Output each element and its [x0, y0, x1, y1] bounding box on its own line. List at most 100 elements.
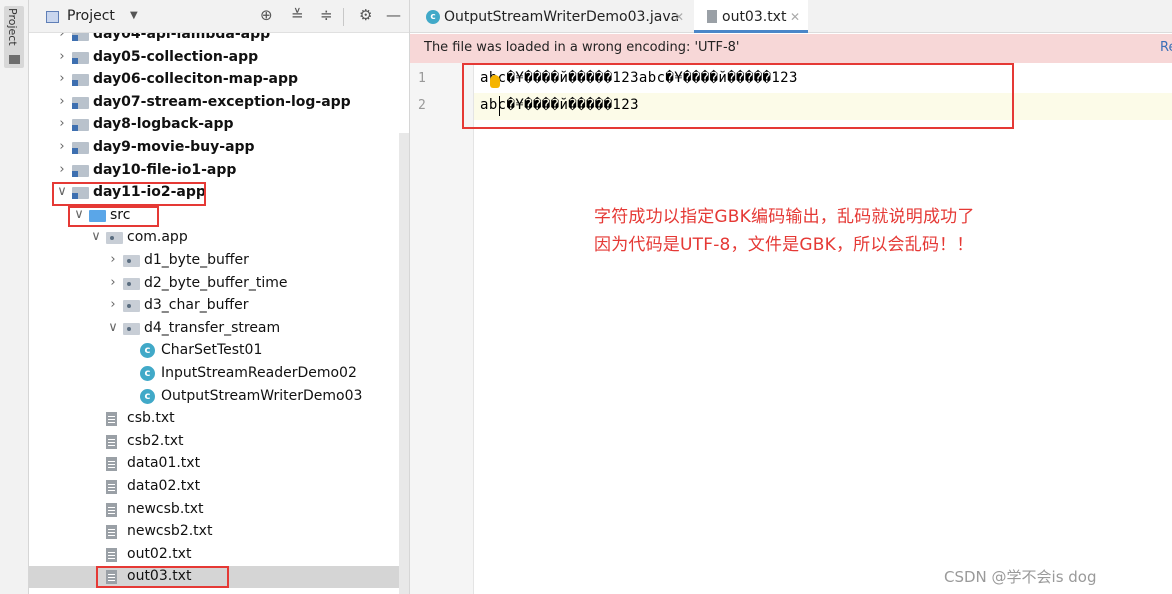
chevron-right-icon[interactable]: › [107, 275, 119, 290]
chevron-right-icon[interactable]: › [56, 94, 68, 109]
target-icon[interactable]: ⊕ [260, 6, 273, 24]
chevron-right-icon[interactable]: › [56, 162, 68, 177]
tree-item-label: CharSetTest01 [161, 342, 263, 359]
tree-item[interactable]: › day07-stream-exception-log-app [29, 92, 409, 114]
package-icon [123, 255, 140, 267]
tree-item[interactable]: out02.txt [29, 544, 409, 566]
view-dropdown-chevron-icon[interactable]: ▼ [130, 10, 138, 21]
tree-item[interactable]: newcsb2.txt [29, 521, 409, 543]
module-folder-icon [72, 164, 89, 177]
tree-item[interactable]: csb.txt [29, 408, 409, 430]
tree-item-label: day10-file-io1-app [93, 161, 237, 178]
tree-item[interactable]: data02.txt [29, 476, 409, 498]
tree-item[interactable]: › d2_byte_buffer_time [29, 273, 409, 295]
tab-output-stream-writer-demo03[interactable]: c OutputStreamWriterDemo03.java ✕ [416, 0, 692, 33]
tree-item-label: csb.txt [127, 410, 175, 427]
chevron-down-icon[interactable]: ∨ [90, 229, 102, 244]
tree-item-label: data01.txt [127, 455, 201, 472]
tree-item-label: day9-movie-buy-app [93, 139, 255, 155]
encoding-warning-message: The file was loaded in a wrong encoding:… [424, 40, 740, 55]
code-text: abc�¥����й�����123 [480, 97, 639, 113]
tab-out03-txt[interactable]: out03.txt ✕ [694, 0, 808, 33]
chevron-right-icon[interactable]: › [56, 49, 68, 64]
text-caret [499, 96, 500, 116]
text-file-icon [707, 10, 717, 23]
module-folder-icon [72, 119, 89, 132]
tree-item[interactable]: ∨ d4_transfer_stream [29, 318, 409, 340]
project-view-icon [46, 11, 59, 23]
tree-item-label: d2_byte_buffer_time [144, 274, 288, 291]
tree-item[interactable]: › d1_byte_buffer [29, 250, 409, 272]
tree-item[interactable]: c OutputStreamWriterDemo03 [29, 386, 409, 408]
tree-item-label: newcsb2.txt [127, 523, 213, 540]
minimize-icon[interactable]: — [386, 6, 401, 24]
close-icon[interactable]: ✕ [790, 0, 800, 34]
tree-item[interactable]: c InputStreamReaderDemo02 [29, 363, 409, 385]
text-file-icon [106, 480, 117, 494]
chevron-right-icon[interactable]: › [107, 252, 119, 267]
line-number: 1 [418, 71, 426, 86]
line-number-gutter: 1 2 [410, 63, 474, 594]
chevron-right-icon[interactable]: › [56, 139, 68, 154]
project-tool-tab[interactable]: Project [4, 6, 24, 68]
lightbulb-icon[interactable] [490, 75, 500, 88]
tree-item[interactable]: csb2.txt [29, 431, 409, 453]
folder-icon [9, 55, 20, 64]
tab-label: OutputStreamWriterDemo03.java [444, 9, 680, 25]
tree-item[interactable]: › day9-movie-buy-app [29, 137, 409, 159]
package-icon [123, 300, 140, 313]
code-line-1[interactable]: abc�¥����й�����123abc�¥����й�����123 [474, 66, 1172, 93]
tree-item[interactable]: newcsb.txt [29, 499, 409, 521]
chevron-down-icon[interactable]: ∨ [56, 184, 68, 199]
tree-item[interactable]: ∨ src [29, 205, 409, 227]
project-panel-title: Project [67, 8, 115, 24]
text-file-icon [106, 412, 117, 427]
text-file-icon [106, 502, 117, 517]
project-panel: › day04-api-lambda-app › day05-collection-a… [29, 0, 410, 594]
tree-item-label: OutputStreamWriterDemo03 [161, 387, 363, 404]
tree-item-label: day05-collection-app [93, 48, 259, 65]
tree-item[interactable]: › day05-collection-app [29, 47, 409, 69]
tree-item[interactable]: data01.txt [29, 453, 409, 475]
watermark: CSDN @学不会is dog [944, 568, 1097, 586]
close-icon[interactable]: ✕ [674, 0, 684, 34]
chevron-down-icon[interactable]: ∨ [73, 207, 85, 222]
tree-item-label: d3_char_buffer [144, 297, 249, 314]
project-panel-header: Project ▼ ⊕ ≚ ≑ ⚙ — [29, 0, 409, 33]
code-line-2[interactable]: abc�¥����й�����123 [474, 93, 1172, 120]
tree-item-label: out03.txt [127, 568, 192, 585]
annotation-text-line2: 因为代码是UTF-8，文件是GBK，所以会乱码！！ [594, 235, 974, 255]
gear-icon[interactable]: ⚙ [359, 6, 372, 24]
module-folder-icon [72, 74, 89, 87]
tree-item-label: com.app [127, 229, 188, 246]
tree-item-label: csb2.txt [127, 432, 184, 449]
tree-scrollbar[interactable] [399, 133, 409, 594]
tree-item[interactable]: ∨ com.app [29, 227, 409, 249]
tree-item[interactable]: › day8-logback-app [29, 114, 409, 136]
line-number: 2 [418, 98, 426, 113]
editor-area: c OutputStreamWriterDemo03.java ✕ out03.… [410, 0, 1172, 594]
package-icon [106, 232, 123, 245]
collapse-icon[interactable]: ≑ [320, 6, 333, 24]
editor-tab-bar: c OutputStreamWriterDemo03.java ✕ out03.… [410, 0, 1172, 33]
tree-item-label: d1_byte_buffer [144, 252, 249, 268]
reload-encoding-link[interactable]: Re [1160, 40, 1172, 55]
source-folder-icon [89, 209, 106, 222]
chevron-down-icon[interactable]: ∨ [107, 320, 119, 335]
expand-icon[interactable]: ≚ [291, 6, 304, 24]
tree-item[interactable]: c CharSetTest01 [29, 340, 409, 362]
module-folder-icon [72, 187, 89, 200]
tree-item-label: newcsb.txt [127, 500, 204, 517]
module-folder-icon [72, 142, 89, 154]
tree-item[interactable]: › d3_char_buffer [29, 295, 409, 317]
tree-item-label: out02.txt [127, 545, 192, 562]
chevron-right-icon[interactable]: › [56, 116, 68, 131]
tree-item[interactable]: › day06-colleciton-map-app [29, 69, 409, 91]
tree-item[interactable]: out03.txt [29, 566, 409, 589]
tree-item[interactable]: › day10-file-io1-app [29, 160, 409, 182]
chevron-right-icon[interactable]: › [107, 297, 119, 312]
tree-item[interactable]: ∨ day11-io2-app [29, 182, 409, 204]
module-folder-icon [72, 51, 89, 64]
java-class-icon: c [140, 366, 155, 381]
chevron-right-icon[interactable]: › [56, 71, 68, 86]
